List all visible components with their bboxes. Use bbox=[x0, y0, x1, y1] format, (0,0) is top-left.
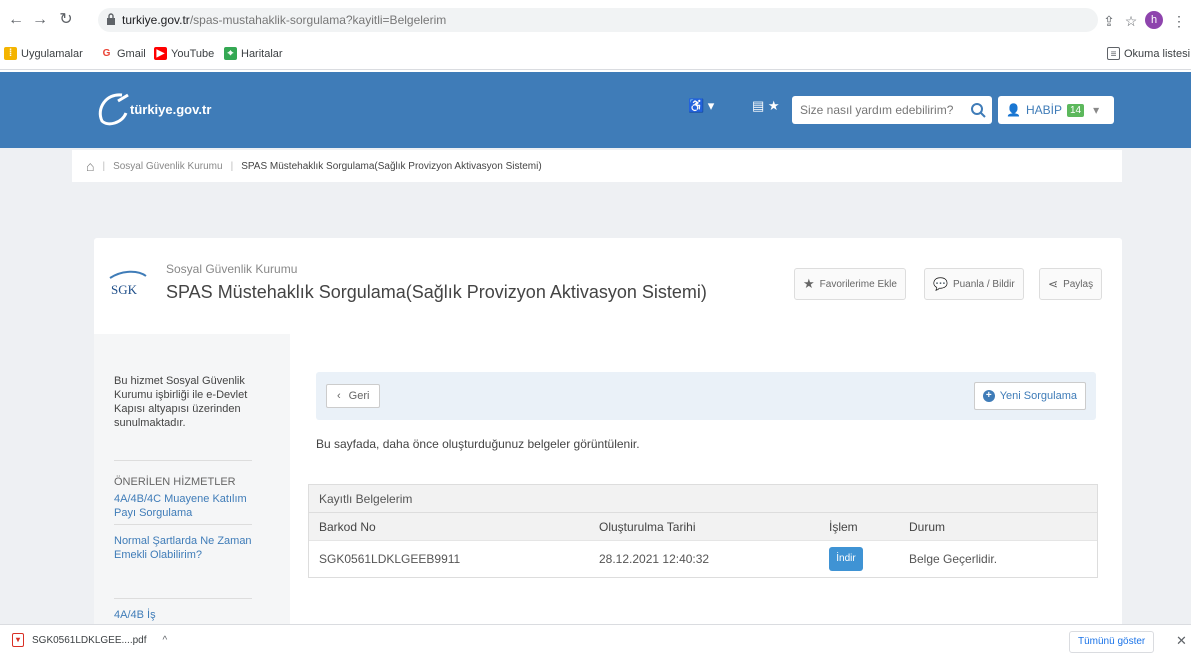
download-item[interactable]: ▾ SGK0561LDKLGEE....pdf ^ bbox=[12, 633, 167, 647]
share-icon: ⋖ bbox=[1048, 277, 1059, 291]
accessibility-icon[interactable]: ♿ ▾ bbox=[688, 98, 714, 114]
bookmark-apps[interactable]: ⁞ Uygulamalar bbox=[4, 47, 83, 60]
chevron-down-icon: ▾ bbox=[1093, 103, 1100, 117]
show-all-button[interactable]: Tümünü göster bbox=[1069, 631, 1155, 653]
sidebar: Bu hizmet Sosyal Güvenlik Kurumu işbirli… bbox=[94, 334, 290, 624]
reading-list[interactable]: ≡ Okuma listesi bbox=[1107, 47, 1190, 60]
sidebar-intro: Bu hizmet Sosyal Güvenlik Kurumu işbirli… bbox=[114, 375, 248, 429]
breadcrumb-separator: | bbox=[230, 160, 234, 172]
address-row: ← → ↻ turkiye.gov.tr/spas-mustahaklik-so… bbox=[0, 4, 1191, 36]
service-org: Sosyal Güvenlik Kurumu bbox=[166, 262, 298, 276]
table-row: SGK0561LDKLGEEB9911 28.12.2021 12:40:32 … bbox=[309, 541, 1097, 577]
message-badge: 14 bbox=[1066, 103, 1085, 117]
google-icon: G bbox=[102, 48, 111, 59]
bookmarks-bar: ⁞ Uygulamalar G Gmail ▶ YouTube ⌖ Harita… bbox=[0, 40, 1191, 70]
new-query-button[interactable]: + Yeni Sorgulama bbox=[973, 382, 1086, 410]
divider bbox=[114, 598, 252, 599]
bookmark-star-icon[interactable]: ☆ bbox=[1122, 12, 1140, 30]
search-icon[interactable] bbox=[970, 102, 986, 118]
main-content: ‹ Geri + Yeni Sorgulama Bu sayfada, daha… bbox=[290, 334, 1122, 624]
breadcrumb-current: SPAS Müstehaklık Sorgulama(Sağlık Proviz… bbox=[241, 160, 542, 172]
star-icon: ★ bbox=[803, 276, 815, 291]
table-header: Barkod No Oluşturulma Tarihi İşlem Durum bbox=[309, 513, 1097, 541]
speech-bubble-icon: 💬 bbox=[933, 277, 948, 291]
column-header: Barkod No bbox=[319, 520, 376, 534]
column-header: İşlem bbox=[829, 520, 858, 534]
back-arrow-icon[interactable]: ← bbox=[6, 10, 26, 30]
share-page-icon[interactable]: ⇪ bbox=[1100, 12, 1118, 30]
sidebar-link[interactable]: 4A/4B/4C Muayene Katılım Payı Sorgulama bbox=[114, 492, 254, 520]
profile-avatar[interactable]: h bbox=[1145, 11, 1163, 29]
url-text: turkiye.gov.tr/spas-mustahaklik-sorgulam… bbox=[122, 13, 447, 27]
breadcrumb-separator: | bbox=[102, 160, 106, 172]
sidebar-link[interactable]: 4A/4B İş bbox=[114, 608, 254, 622]
barcode-cell: SGK0561LDKLGEEB9911 bbox=[319, 552, 461, 566]
reload-icon[interactable]: ↻ bbox=[56, 10, 76, 30]
bookmark-maps[interactable]: ⌖ Haritalar bbox=[224, 47, 283, 60]
sidebar-link[interactable]: Normal Şartlarda Ne Zaman Emekli Olabili… bbox=[114, 534, 254, 562]
add-favorite-button[interactable]: ★ Favorilerime Ekle bbox=[794, 268, 906, 300]
table-title: Kayıtlı Belgelerim bbox=[309, 485, 1097, 513]
plus-circle-icon: + bbox=[982, 390, 995, 402]
site-header: türkiye.gov.tr ♿ ▾ ▤ ★ Size nasıl yardım… bbox=[0, 72, 1191, 148]
search-box[interactable]: Size nasıl yardım edebilirim? bbox=[792, 96, 992, 124]
browser-chrome: ← → ↻ turkiye.gov.tr/spas-mustahaklik-so… bbox=[0, 0, 1191, 72]
close-icon[interactable]: ✕ bbox=[1176, 633, 1187, 649]
favorites-card-icon[interactable]: ▤ ★ bbox=[752, 98, 780, 114]
lock-icon bbox=[107, 13, 115, 25]
chevron-up-icon[interactable]: ^ bbox=[163, 635, 168, 646]
status-cell: Belge Geçerlidir. bbox=[909, 552, 998, 566]
column-header: Durum bbox=[909, 520, 946, 534]
date-cell: 28.12.2021 12:40:32 bbox=[599, 552, 710, 566]
rate-button[interactable]: 💬 Puanla / Bildir bbox=[924, 268, 1024, 300]
bookmark-youtube[interactable]: ▶ YouTube bbox=[154, 47, 214, 60]
divider bbox=[114, 460, 252, 461]
turkiye-logo[interactable]: türkiye.gov.tr bbox=[92, 87, 211, 131]
saved-documents-table: Kayıtlı Belgelerim Barkod No Oluşturulma… bbox=[308, 484, 1098, 578]
service-title-card: SGK Sosyal Güvenlik Kurumu SPAS Müstehak… bbox=[94, 238, 1122, 334]
svg-text:SGK: SGK bbox=[111, 282, 138, 297]
chevron-left-icon: ‹ bbox=[337, 390, 341, 402]
maps-icon: ⌖ bbox=[224, 47, 237, 60]
apps-grid-icon: ⁞ bbox=[4, 47, 17, 60]
info-text: Bu sayfada, daha önce oluşturduğunuz bel… bbox=[316, 437, 640, 451]
download-button[interactable]: İndir bbox=[829, 547, 863, 571]
back-button[interactable]: ‹ Geri bbox=[326, 384, 381, 408]
breadcrumb-item[interactable]: Sosyal Güvenlik Kurumu bbox=[113, 161, 223, 172]
menu-kebab-icon[interactable]: ⋮ bbox=[1170, 12, 1188, 30]
action-bar: ‹ Geri + Yeni Sorgulama bbox=[316, 372, 1096, 420]
pdf-file-icon: ▾ bbox=[12, 633, 24, 647]
column-header: Oluşturulma Tarihi bbox=[599, 520, 696, 534]
youtube-icon: ▶ bbox=[154, 47, 167, 60]
forward-arrow-icon[interactable]: → bbox=[30, 10, 50, 30]
suggested-services-heading: ÖNERİLEN HİZMETLER bbox=[114, 476, 236, 488]
share-button[interactable]: ⋖ Paylaş bbox=[1039, 268, 1103, 300]
home-icon[interactable]: ⌂ bbox=[86, 158, 94, 174]
divider bbox=[114, 524, 252, 525]
reading-list-icon: ≡ bbox=[1107, 47, 1120, 60]
address-bar[interactable]: turkiye.gov.tr/spas-mustahaklik-sorgulam… bbox=[98, 8, 1098, 32]
user-menu-button[interactable]: 👤 HABİP 14 ▾ bbox=[998, 96, 1114, 124]
bookmark-gmail[interactable]: G Gmail bbox=[100, 47, 146, 60]
user-icon: 👤 bbox=[1006, 103, 1021, 117]
download-bar: ▾ SGK0561LDKLGEE....pdf ^ Tümünü göster … bbox=[0, 624, 1191, 657]
breadcrumb: ⌂ | Sosyal Güvenlik Kurumu | SPAS Müsteh… bbox=[72, 150, 1122, 182]
sgk-logo: SGK bbox=[109, 270, 147, 297]
page-title: SPAS Müstehaklık Sorgulama(Sağlık Proviz… bbox=[166, 282, 707, 302]
